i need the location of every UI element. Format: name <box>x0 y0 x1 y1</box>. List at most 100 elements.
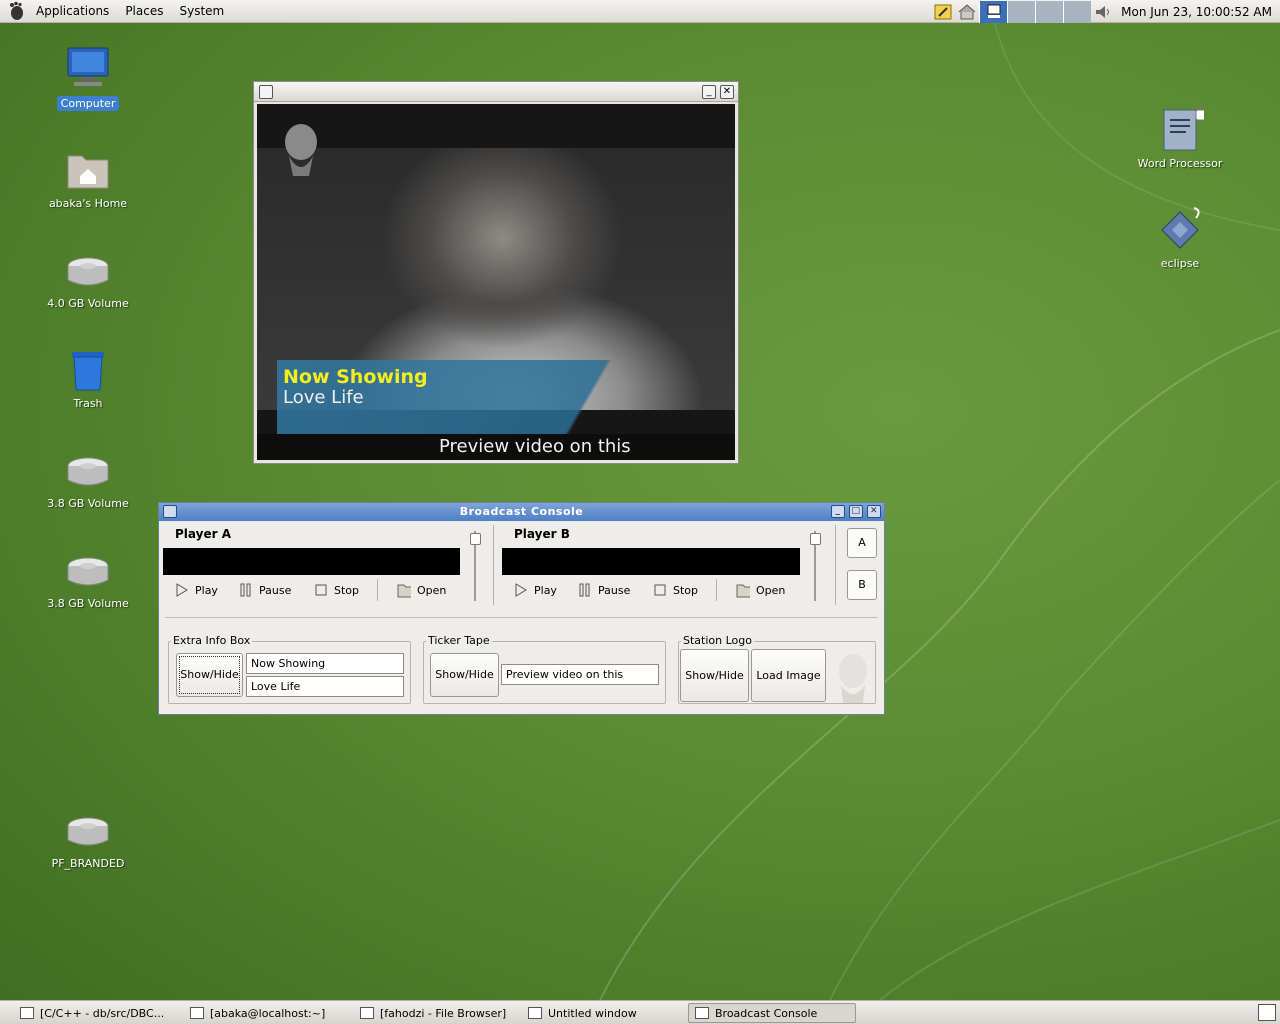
pause-label: Pause <box>598 583 631 597</box>
workspace-2[interactable] <box>1007 0 1036 23</box>
clock[interactable]: Mon Jun 23, 10:00:52 AM <box>1115 5 1280 19</box>
taskbar-label: [C/C++ - db/src/DBC... <box>40 1006 165 1020</box>
player-b-play-button[interactable]: Play <box>514 579 557 601</box>
notes-icon[interactable] <box>933 3 953 21</box>
desktop-icon-home[interactable]: abaka's Home <box>38 144 138 211</box>
ticker-toggle-button[interactable]: Show/Hide <box>430 653 499 697</box>
workspace-3[interactable] <box>1035 0 1064 23</box>
player-a-play-button[interactable]: Play <box>175 579 218 601</box>
window-icon <box>20 1007 34 1019</box>
slider-thumb[interactable] <box>810 533 821 545</box>
extra-info-box-label: Extra Info Box <box>171 634 253 647</box>
separator <box>377 579 378 601</box>
separator <box>165 617 878 618</box>
slider-thumb[interactable] <box>470 533 481 545</box>
player-b-volume-slider[interactable] <box>810 531 821 601</box>
desktop-icon-label: abaka's Home <box>48 197 128 210</box>
desktop-icon-label: 4.0 GB Volume <box>47 297 129 310</box>
file-browser-icon <box>360 1007 374 1019</box>
player-b-open-button[interactable]: Open <box>736 579 785 601</box>
play-label: Play <box>534 583 557 597</box>
desktop-icon-pf-branded[interactable]: PF_BRANDED <box>38 804 138 871</box>
taskbar-item-file-browser[interactable]: [fahodzi - File Browser] <box>354 1003 520 1023</box>
stop-icon <box>314 583 328 597</box>
system-tray: Mon Jun 23, 10:00:52 AM <box>931 0 1280 23</box>
player-a-label: Player A <box>175 527 231 541</box>
window-menu-icon[interactable] <box>259 85 273 99</box>
desktop-icon-label: Trash <box>73 397 103 410</box>
open-label: Open <box>756 583 786 597</box>
desktop-icon-computer[interactable]: Computer <box>38 44 138 111</box>
station-logo-overlay-icon <box>285 124 317 176</box>
desktop-icon-label: Computer <box>56 96 120 111</box>
desktop-icon-label: PF_BRANDED <box>51 857 125 870</box>
close-icon[interactable]: ✕ <box>720 85 734 99</box>
desktop-icon-label: eclipse <box>1160 257 1200 270</box>
desktop-icon-eclipse[interactable]: eclipse <box>1130 204 1230 271</box>
play-icon <box>514 583 528 597</box>
video-preview-window[interactable]: _ ✕ Now Showing Love Life Preview video … <box>253 81 739 464</box>
taskbar-label: Broadcast Console <box>715 1006 818 1020</box>
load-image-button[interactable]: Load Image <box>751 649 826 702</box>
pause-icon <box>239 583 253 597</box>
player-b-stop-button[interactable]: Stop <box>653 579 698 601</box>
desktop-icon-volume-38gb-1[interactable]: 3.8 GB Volume <box>38 444 138 511</box>
player-a-open-button[interactable]: Open <box>397 579 446 601</box>
menu-applications[interactable]: Applications <box>28 0 117 23</box>
switch-a-button[interactable]: A <box>847 528 877 558</box>
desktop-icon-volume-4gb[interactable]: 4.0 GB Volume <box>38 244 138 311</box>
show-desktop-icon[interactable] <box>1258 1004 1276 1021</box>
workspace-1[interactable] <box>979 0 1008 23</box>
player-a-volume-slider[interactable] <box>470 531 481 601</box>
taskbar-item-eclipse[interactable]: [C/C++ - db/src/DBC... <box>14 1003 180 1023</box>
drive-icon <box>64 244 112 292</box>
station-logo-preview-icon <box>839 654 867 703</box>
player-b-pause-button[interactable]: Pause <box>578 579 630 601</box>
workspace-4[interactable] <box>1063 0 1092 23</box>
volume-icon[interactable] <box>1093 3 1113 21</box>
desktop-icon-volume-38gb-2[interactable]: 3.8 GB Volume <box>38 544 138 611</box>
window-menu-icon[interactable] <box>163 505 177 518</box>
player-b-screen <box>502 548 800 575</box>
broadcast-console-window[interactable]: Broadcast Console _ □ ✕ Player A Play Pa… <box>158 502 885 715</box>
minimize-icon[interactable]: _ <box>831 505 845 518</box>
gnome-foot-icon[interactable] <box>6 1 26 21</box>
eclipse-icon <box>1156 204 1204 252</box>
home-launcher-icon[interactable] <box>957 3 977 21</box>
menu-system[interactable]: System <box>171 0 232 23</box>
station-logo-label: Station Logo <box>681 634 754 647</box>
desktop-icon-label: Word Processor <box>1137 157 1223 170</box>
extra-info-line2-input[interactable]: Love Life <box>246 676 404 697</box>
station-logo-toggle-button[interactable]: Show/Hide <box>680 649 749 702</box>
separator <box>716 579 717 601</box>
extra-info-line1-input[interactable]: Now Showing <box>246 653 404 674</box>
word-processor-icon <box>1156 104 1204 152</box>
menu-places[interactable]: Places <box>117 0 171 23</box>
switch-b-button[interactable]: B <box>847 570 877 600</box>
console-title: Broadcast Console <box>459 505 584 518</box>
window-icon <box>695 1007 709 1019</box>
drive-icon <box>64 804 112 852</box>
terminal-icon <box>190 1007 204 1019</box>
stop-icon <box>653 583 667 597</box>
player-a-stop-button[interactable]: Stop <box>314 579 359 601</box>
drive-icon <box>64 444 112 492</box>
taskbar-item-broadcast-console[interactable]: Broadcast Console <box>688 1003 856 1023</box>
folder-open-icon <box>736 583 750 598</box>
taskbar-item-terminal[interactable]: [abaka@localhost:~] <box>184 1003 350 1023</box>
video-window-titlebar[interactable]: _ ✕ <box>254 82 738 102</box>
computer-icon <box>64 44 112 92</box>
desktop-icon-word-processor[interactable]: Word Processor <box>1130 104 1230 171</box>
desktop-icon-trash[interactable]: Trash <box>38 344 138 411</box>
ticker-text-input[interactable]: Preview video on this <box>501 664 659 685</box>
taskbar-item-untitled[interactable]: Untitled window <box>522 1003 686 1023</box>
maximize-icon[interactable]: □ <box>849 505 863 518</box>
minimize-icon[interactable]: _ <box>702 85 716 99</box>
ticker-tape-label: Ticker Tape <box>426 634 492 647</box>
taskbar-label: Untitled window <box>548 1006 637 1020</box>
extra-info-toggle-button[interactable]: Show/Hide <box>176 653 243 697</box>
close-icon[interactable]: ✕ <box>867 505 881 518</box>
player-a-pause-button[interactable]: Pause <box>239 579 291 601</box>
console-titlebar[interactable]: Broadcast Console _ □ ✕ <box>159 503 884 521</box>
taskbar-label: [fahodzi - File Browser] <box>380 1006 507 1020</box>
